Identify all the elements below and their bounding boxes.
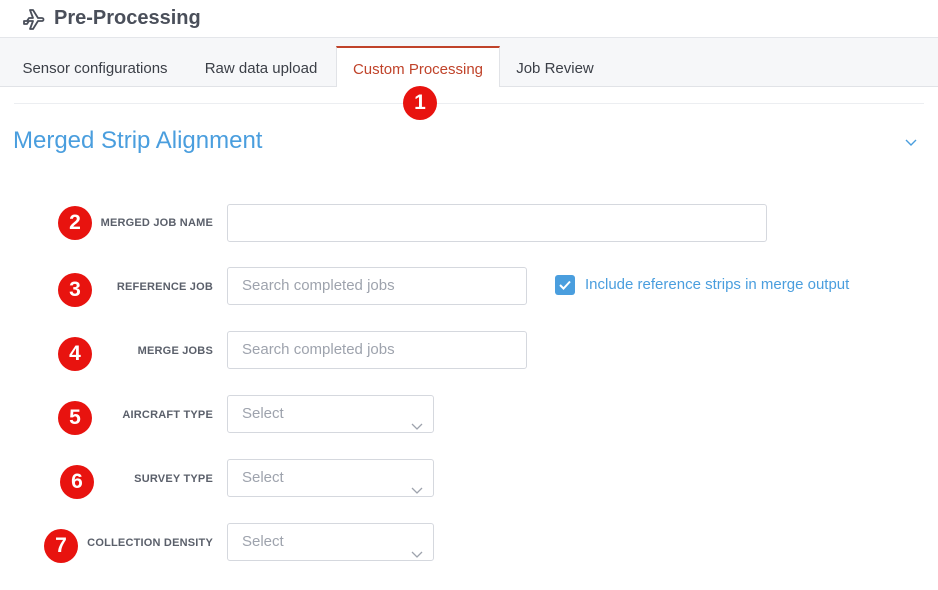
merge-jobs-label: MERGE JOBS: [137, 345, 213, 357]
merge-jobs-search-input[interactable]: Search completed jobs: [227, 331, 527, 369]
chevron-down-icon: [411, 537, 423, 558]
step-marker-3: 3: [58, 273, 92, 307]
include-reference-checkbox[interactable]: [555, 275, 575, 295]
tab-raw-data-upload[interactable]: Raw data upload: [191, 47, 331, 87]
step-marker-1: 1: [403, 86, 437, 120]
collection-density-value: Select: [242, 533, 284, 550]
plane-icon: [22, 7, 46, 31]
chevron-down-icon: [411, 473, 423, 494]
tab-custom-processing[interactable]: Custom Processing: [336, 46, 500, 87]
section-title: Merged Strip Alignment: [13, 127, 263, 154]
survey-type-label: SURVEY TYPE: [134, 473, 213, 485]
survey-type-value: Select: [242, 469, 284, 486]
aircraft-type-value: Select: [242, 405, 284, 422]
page-title: Pre-Processing: [54, 7, 201, 29]
tab-job-review[interactable]: Job Review: [505, 47, 605, 87]
pre-processing-page: Pre-Processing Sensor configurations Raw…: [0, 0, 938, 590]
survey-type-select[interactable]: Select: [227, 459, 434, 497]
page-header: Pre-Processing: [0, 0, 938, 38]
aircraft-type-label: AIRCRAFT TYPE: [122, 409, 213, 421]
aircraft-type-select[interactable]: Select: [227, 395, 434, 433]
checkmark-icon: [559, 280, 571, 290]
include-reference-label[interactable]: Include reference strips in merge output: [585, 276, 849, 293]
reference-job-label: REFERENCE JOB: [116, 281, 213, 293]
tab-bar: Sensor configurations Raw data upload Cu…: [0, 38, 938, 87]
chevron-down-icon: [411, 409, 423, 430]
collection-density-select[interactable]: Select: [227, 523, 434, 561]
section-divider: [14, 103, 924, 104]
merged-job-name-input[interactable]: [227, 204, 767, 242]
step-marker-6: 6: [60, 465, 94, 499]
tab-sensor-configurations[interactable]: Sensor configurations: [10, 47, 180, 87]
step-marker-5: 5: [58, 401, 92, 435]
step-marker-4: 4: [58, 337, 92, 371]
chevron-down-icon[interactable]: [904, 135, 918, 147]
collection-density-label: COLLECTION DENSITY: [87, 537, 213, 549]
step-marker-2: 2: [58, 206, 92, 240]
reference-job-search-input[interactable]: Search completed jobs: [227, 267, 527, 305]
step-marker-7: 7: [44, 529, 78, 563]
merged-job-name-label: MERGED JOB NAME: [100, 217, 213, 229]
